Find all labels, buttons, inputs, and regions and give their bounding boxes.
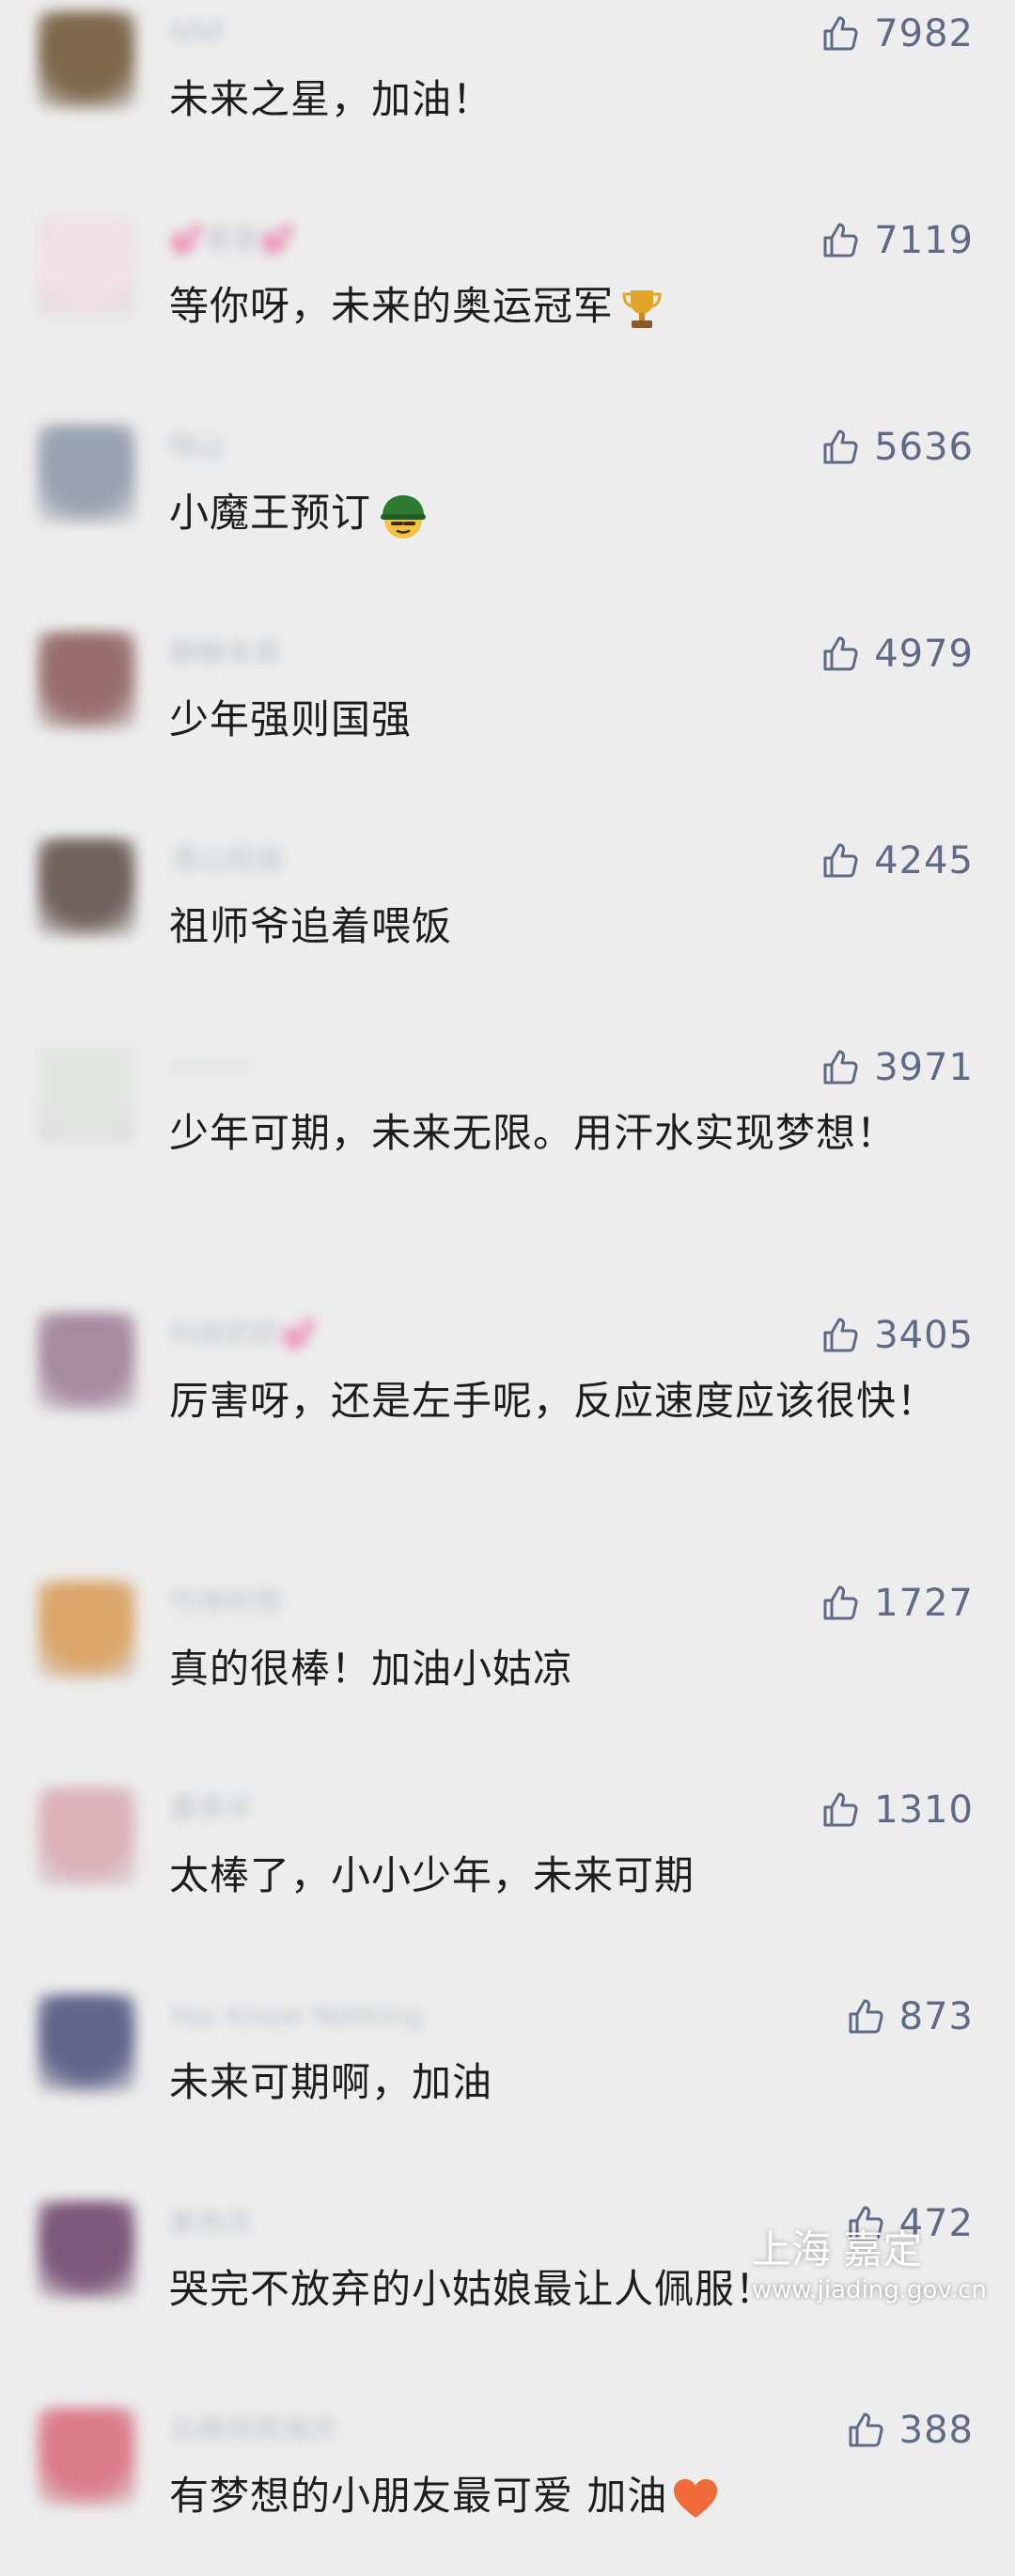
avatar[interactable] <box>38 1313 135 1411</box>
like-button[interactable]: 5636 <box>820 425 974 470</box>
thumb-up-icon <box>823 1585 858 1620</box>
comment-text: 厉害呀，还是左手呢，反应速度应该很快！ <box>169 1371 959 1431</box>
avatar[interactable] <box>38 2201 135 2299</box>
comment-text: 少年可期，未来无限。用汗水实现梦想！ <box>169 1103 959 1163</box>
comment-text: 祖师爷追着喂饭 <box>169 897 959 957</box>
like-count: 7119 <box>874 219 974 262</box>
like-count: 1727 <box>874 1582 974 1625</box>
like-count: 4245 <box>874 839 974 882</box>
like-button[interactable]: 3971 <box>820 1045 974 1090</box>
avatar[interactable] <box>38 218 135 316</box>
like-button[interactable]: 1310 <box>820 1788 974 1833</box>
like-count: 388 <box>898 2409 974 2452</box>
comment-text: 真的很棒！加油小姑凉 <box>169 1639 959 1699</box>
comment-text-content: 祖师爷追着喂饭 <box>169 903 453 949</box>
thumb-up-icon <box>823 1318 858 1352</box>
avatar[interactable] <box>38 838 135 936</box>
comment-username[interactable]: 紫色天 <box>169 2207 254 2240</box>
like-button[interactable]: 1727 <box>820 1581 974 1626</box>
comment-text: 未来可期啊，加油 <box>169 2053 959 2113</box>
thumb-up-icon <box>823 429 858 464</box>
helmet-face-icon <box>381 494 427 539</box>
like-count: 873 <box>898 1995 974 2038</box>
thumb-up-icon <box>823 843 858 878</box>
comment-text-content: 少年可期，未来无限。用汗水实现梦想！ <box>169 1110 898 1156</box>
avatar[interactable] <box>38 2408 135 2506</box>
comment-text: 小魔王预订 <box>169 483 959 544</box>
thumb-up-icon <box>823 636 858 671</box>
comment-username[interactable]: 晓山 <box>169 430 226 464</box>
thumb-up-icon <box>849 2206 883 2240</box>
comment-text-content: 真的很棒！加油小姑凉 <box>169 1646 574 1692</box>
comment-text-content: 小魔王预订 <box>169 490 372 536</box>
thumb-up-icon <box>823 1792 858 1827</box>
like-count: 7982 <box>874 12 974 55</box>
like-button[interactable]: 7982 <box>820 11 974 56</box>
comment-username[interactable]: 静静未来 <box>169 637 282 671</box>
avatar[interactable] <box>38 1994 135 2092</box>
like-button[interactable]: 472 <box>845 2201 974 2246</box>
like-button[interactable]: 3405 <box>820 1313 974 1358</box>
like-button[interactable]: 388 <box>845 2408 974 2453</box>
comment-username[interactable]: 科技奶奶💕 <box>169 1319 317 1352</box>
thumb-up-icon <box>823 1050 858 1085</box>
thumb-up-icon <box>823 223 858 258</box>
comment-text: 未来之星，加油！ <box>169 70 959 130</box>
heart-icon <box>674 2478 718 2518</box>
comment-text: 少年强则国强 <box>169 690 959 750</box>
thumb-up-icon <box>849 2412 883 2447</box>
comment-username[interactable]: 清山观澜 <box>169 844 282 878</box>
comment-username[interactable]: You Know Nothing <box>169 2000 423 2034</box>
comment-text-content: 厉害呀，还是左手呢，反应速度应该很快！ <box>169 1378 938 1424</box>
comment-username[interactable]: 一一一 <box>169 1051 254 1085</box>
comment-text-content: 少年强则国强 <box>169 696 413 742</box>
thumb-up-icon <box>823 16 858 51</box>
comment-text: 有梦想的小朋友最可爱 加油 <box>169 2466 959 2526</box>
thumb-up-icon <box>849 1999 883 2034</box>
comment-username[interactable]: 竹林听雨 <box>169 1586 282 1620</box>
comment-text-content: 太棒了，小小少年，未来可期 <box>169 1852 695 1898</box>
comment-text-content: 等你呀，未来的奥运冠军 <box>169 283 615 329</box>
comment-text: 哭完不放弃的小姑娘最让人佩服！ <box>169 2259 959 2319</box>
comment-text-content: 未来可期啊，加油 <box>169 2059 493 2105</box>
avatar[interactable] <box>38 1788 135 1885</box>
comment-text-content: 哭完不放弃的小姑娘最让人佩服！ <box>169 2266 776 2312</box>
comment-text: 等你呀，未来的奥运冠军 <box>169 276 959 336</box>
comment-username[interactable]: NNF <box>169 17 227 51</box>
like-button[interactable]: 4245 <box>820 838 974 883</box>
comment-text-content: 有梦想的小朋友最可爱 加油 <box>169 2473 668 2519</box>
avatar[interactable] <box>38 632 135 729</box>
like-button[interactable]: 7119 <box>820 218 974 263</box>
avatar[interactable] <box>38 1045 135 1143</box>
like-button[interactable]: 873 <box>845 1994 974 2039</box>
trophy-icon <box>622 289 662 328</box>
comment-username[interactable]: 💕荟荟💕 <box>169 224 296 258</box>
comment-text-content: 未来之星，加油！ <box>169 76 493 122</box>
like-button[interactable]: 4979 <box>820 632 974 677</box>
comment-username[interactable]: 云峰观观海天 <box>169 2413 338 2447</box>
like-count: 3405 <box>874 1314 974 1357</box>
like-count: 1310 <box>874 1788 974 1832</box>
avatar[interactable] <box>38 1581 135 1678</box>
avatar[interactable] <box>38 425 135 523</box>
like-count: 5636 <box>874 426 974 469</box>
comment-text: 太棒了，小小少年，未来可期 <box>169 1846 959 1906</box>
comment-username[interactable]: 夏季半 <box>169 1793 254 1827</box>
avatar[interactable] <box>38 11 135 109</box>
like-count: 4979 <box>874 632 974 676</box>
like-count: 3971 <box>874 1046 974 1089</box>
like-count: 472 <box>898 2202 974 2245</box>
